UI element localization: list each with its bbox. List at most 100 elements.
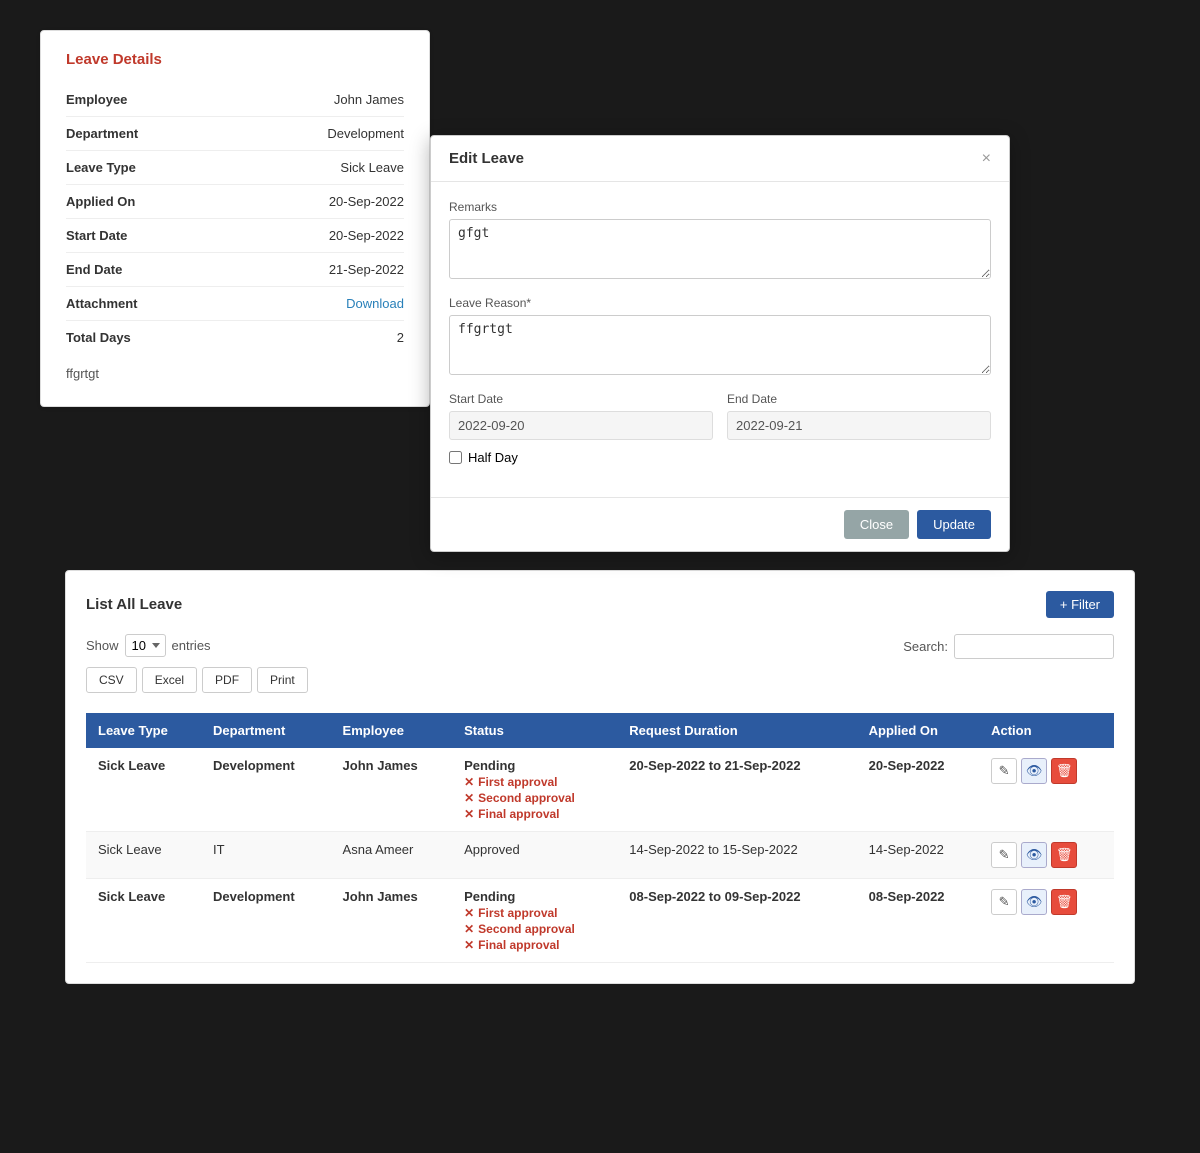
- detail-value[interactable]: Download: [346, 296, 404, 311]
- edit-button[interactable]: ✎: [991, 889, 1017, 915]
- action-buttons: ✎ 👁 🗑: [991, 889, 1102, 915]
- modal-body: Remarks gfgt Leave Reason* ffgrtgt Start…: [431, 182, 1009, 497]
- leave-details-title: Leave Details: [66, 51, 404, 68]
- detail-row: EmployeeJohn James: [66, 83, 404, 117]
- detail-label: Start Date: [66, 228, 127, 243]
- status-cell: Pending ✕ First approval ✕ Second approval…: [452, 748, 617, 832]
- detail-value: 20-Sep-2022: [329, 228, 404, 243]
- detail-label: Applied On: [66, 194, 135, 209]
- action-cell: ✎ 👁 🗑: [979, 832, 1114, 879]
- leave-type-cell: Sick Leave: [86, 748, 201, 832]
- detail-label: Employee: [66, 92, 127, 107]
- leave-reason-group: Leave Reason* ffgrtgt: [449, 296, 991, 378]
- table-body: Sick LeaveDevelopmentJohn James Pending ✕ …: [86, 748, 1114, 963]
- approval-item: ✕ First approval: [464, 775, 605, 789]
- remarks-label: Remarks: [449, 200, 991, 214]
- detail-value: 20-Sep-2022: [329, 194, 404, 209]
- csv-button[interactable]: CSV: [86, 667, 137, 693]
- status-main: Pending: [464, 889, 515, 904]
- table-column-header: Applied On: [857, 713, 979, 748]
- end-date-input[interactable]: [727, 411, 991, 440]
- close-button[interactable]: Close: [844, 510, 909, 539]
- table-column-header: Department: [201, 713, 331, 748]
- status-main: Approved: [464, 842, 520, 857]
- list-all-leave-panel: List All Leave + Filter Show 10 25 50 en…: [65, 570, 1135, 984]
- edit-leave-modal: Edit Leave × Remarks gfgt Leave Reason* …: [430, 135, 1010, 552]
- delete-button[interactable]: 🗑: [1051, 842, 1077, 868]
- show-label: Show: [86, 638, 119, 653]
- approval-item: ✕ Final approval: [464, 807, 605, 821]
- leave-details-card: Leave Details EmployeeJohn James Departme…: [40, 30, 430, 407]
- table-column-header: Employee: [331, 713, 453, 748]
- leave-reason-input[interactable]: ffgrtgt: [449, 315, 991, 375]
- department-cell: Development: [201, 748, 331, 832]
- detail-label: End Date: [66, 262, 122, 277]
- remarks-input[interactable]: gfgt: [449, 219, 991, 279]
- end-date-label: End Date: [727, 392, 991, 406]
- detail-label: Leave Type: [66, 160, 136, 175]
- view-button[interactable]: 👁: [1021, 842, 1047, 868]
- date-row: Start Date End Date: [449, 392, 991, 440]
- detail-value: 21-Sep-2022: [329, 262, 404, 277]
- start-date-input[interactable]: [449, 411, 713, 440]
- detail-label: Total Days: [66, 330, 131, 345]
- detail-row: Leave TypeSick Leave: [66, 151, 404, 185]
- end-date-group: End Date: [727, 392, 991, 440]
- detail-row: End Date 21-Sep-2022: [66, 253, 404, 287]
- list-title: List All Leave: [86, 596, 182, 613]
- search-row: Search:: [903, 634, 1114, 659]
- department-cell: IT: [201, 832, 331, 879]
- search-input[interactable]: [954, 634, 1114, 659]
- employee-cell: John James: [331, 879, 453, 963]
- detail-label: Department: [66, 126, 138, 141]
- approval-item: ✕ Second approval: [464, 791, 605, 805]
- detail-row: Start Date 20-Sep-2022: [66, 219, 404, 253]
- remarks-text: ffgrtgt: [66, 366, 404, 381]
- action-buttons: ✎ 👁 🗑: [991, 758, 1102, 784]
- table-column-header: Status: [452, 713, 617, 748]
- controls-search-wrapper: Show 10 25 50 entries CSV Excel PDF Prin…: [86, 634, 1114, 703]
- view-button[interactable]: 👁: [1021, 758, 1047, 784]
- x-icon: ✕: [464, 906, 474, 920]
- filter-button[interactable]: + Filter: [1046, 591, 1114, 618]
- leave-table: Leave TypeDepartmentEmployeeStatusReques…: [86, 713, 1114, 963]
- applied-on-cell: 20-Sep-2022: [857, 748, 979, 832]
- modal-header: Edit Leave ×: [431, 136, 1009, 182]
- view-button[interactable]: 👁: [1021, 889, 1047, 915]
- edit-button[interactable]: ✎: [991, 842, 1017, 868]
- entries-label: entries: [172, 638, 211, 653]
- half-day-checkbox[interactable]: [449, 451, 462, 464]
- remarks-group: Remarks gfgt: [449, 200, 991, 282]
- pdf-button[interactable]: PDF: [202, 667, 252, 693]
- table-header-row: Leave TypeDepartmentEmployeeStatusReques…: [86, 713, 1114, 748]
- department-cell: Development: [201, 879, 331, 963]
- print-button[interactable]: Print: [257, 667, 308, 693]
- detail-value: 2: [397, 330, 404, 345]
- update-button[interactable]: Update: [917, 510, 991, 539]
- employee-cell: Asna Ameer: [331, 832, 453, 879]
- x-icon: ✕: [464, 922, 474, 936]
- action-cell: ✎ 👁 🗑: [979, 748, 1114, 832]
- show-select[interactable]: 10 25 50: [125, 634, 166, 657]
- show-entries-row: Show 10 25 50 entries: [86, 634, 308, 657]
- duration-cell: 14-Sep-2022 to 15-Sep-2022: [617, 832, 856, 879]
- x-icon: ✕: [464, 791, 474, 805]
- x-icon: ✕: [464, 938, 474, 952]
- start-date-label: Start Date: [449, 392, 713, 406]
- leave-type-cell: Sick Leave: [86, 832, 201, 879]
- excel-button[interactable]: Excel: [142, 667, 197, 693]
- status-main: Pending: [464, 758, 515, 773]
- duration-cell: 20-Sep-2022 to 21-Sep-2022: [617, 748, 856, 832]
- delete-button[interactable]: 🗑: [1051, 889, 1077, 915]
- status-cell: Approved: [452, 832, 617, 879]
- detail-row: AttachmentDownload: [66, 287, 404, 321]
- modal-title: Edit Leave: [449, 150, 524, 167]
- export-buttons: CSV Excel PDF Print: [86, 667, 308, 693]
- delete-button[interactable]: 🗑: [1051, 758, 1077, 784]
- modal-close-button[interactable]: ×: [982, 151, 991, 167]
- approval-item: ✕ Final approval: [464, 938, 605, 952]
- edit-button[interactable]: ✎: [991, 758, 1017, 784]
- detail-row: Total Days 2: [66, 321, 404, 354]
- table-column-header: Request Duration: [617, 713, 856, 748]
- x-icon: ✕: [464, 807, 474, 821]
